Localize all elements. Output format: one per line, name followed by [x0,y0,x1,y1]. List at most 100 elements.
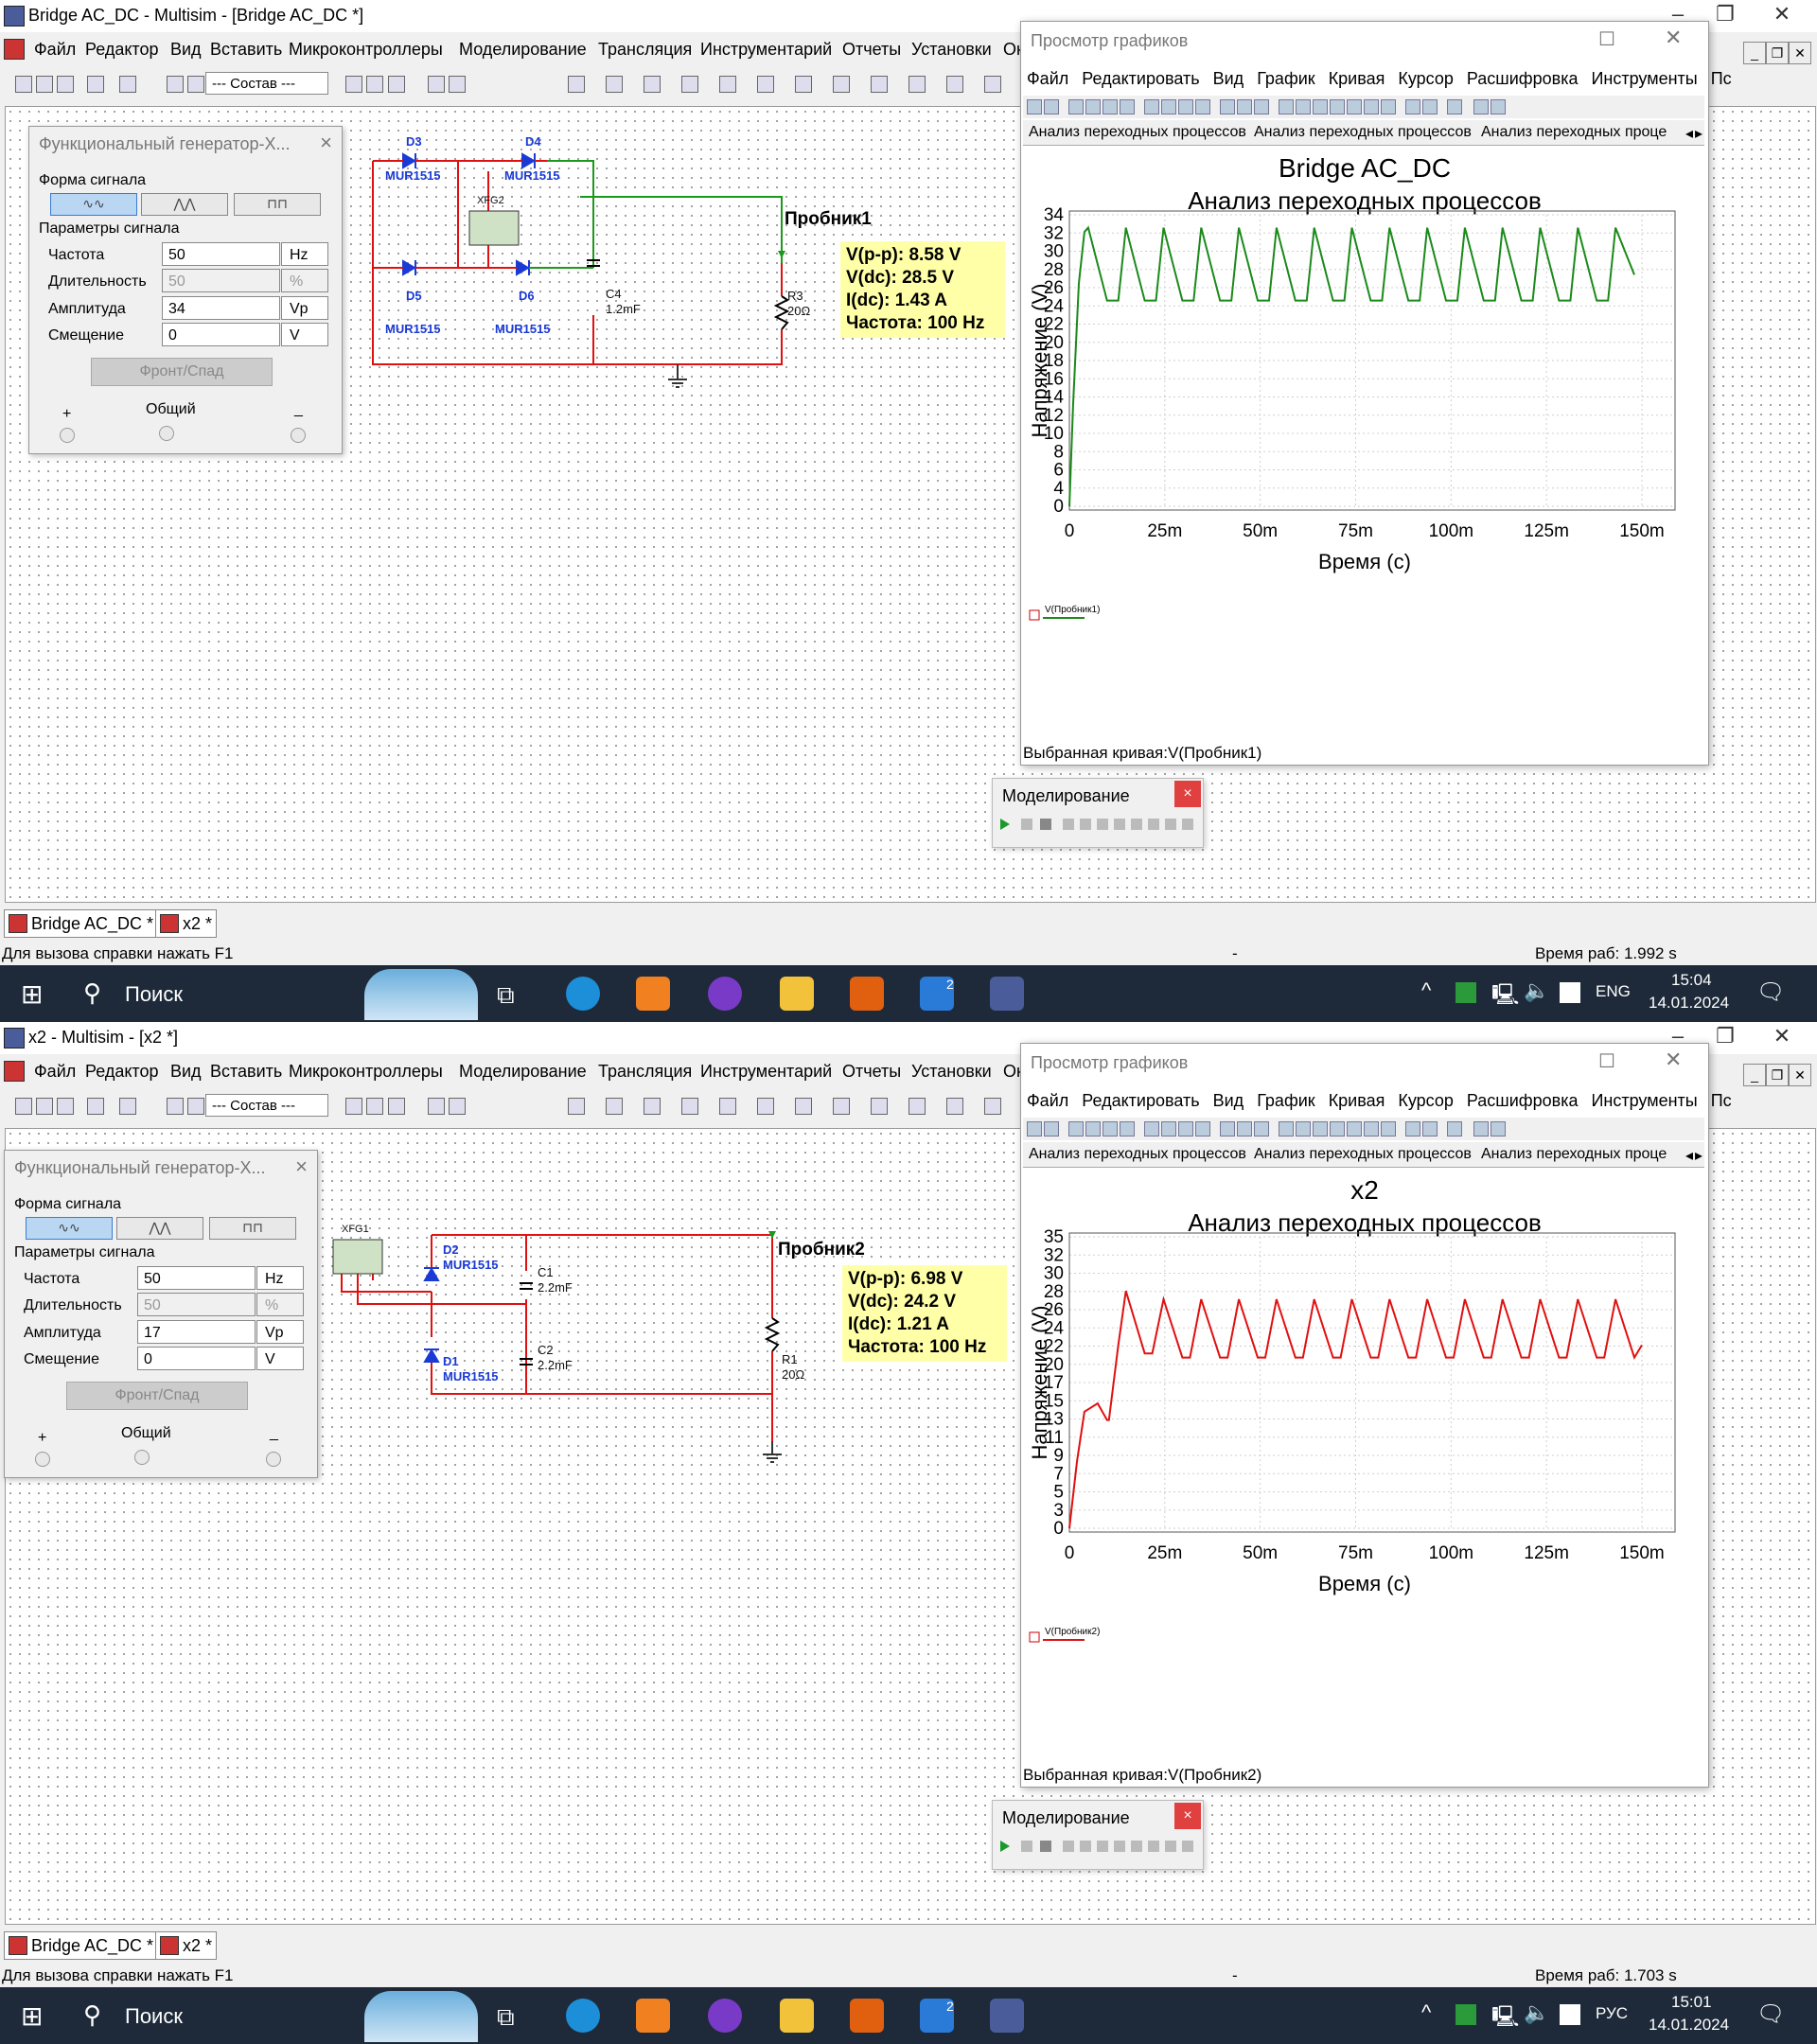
square-wave-button[interactable]: ⊓⊓ [209,1217,296,1240]
folder-icon[interactable] [780,1999,814,2033]
tab-scroll-right-icon[interactable]: ▸ [1695,1146,1702,1165]
step-icon[interactable] [1063,819,1074,830]
overlay-icon[interactable] [1447,1121,1462,1137]
volume-icon[interactable]: 🔈 [1524,978,1549,1003]
app-icon-purple[interactable] [708,1999,742,2033]
zoom-icon[interactable] [1330,1121,1345,1137]
pan-icon[interactable] [1381,99,1396,115]
toolbar-icon[interactable] [57,1098,74,1115]
menu-insert[interactable]: Вставить [210,1062,282,1082]
toolbar-icon[interactable] [15,1098,32,1115]
network-icon[interactable]: 🖳 [1491,978,1519,1014]
instrument-icon[interactable] [568,1098,585,1115]
text-icon[interactable] [1405,99,1420,115]
paste-icon[interactable] [1120,99,1135,115]
minus-terminal[interactable] [266,1452,281,1467]
toolbar-icon[interactable] [15,76,32,93]
open-icon[interactable] [1027,1121,1042,1137]
instrument-icon[interactable] [568,76,585,93]
pause-icon[interactable] [1021,819,1032,830]
text-icon[interactable] [1405,1121,1420,1137]
undo-icon[interactable] [1068,99,1084,115]
start-icon[interactable]: ⊞ [21,978,43,1010]
menu-view[interactable]: Вид [170,1062,202,1082]
legend-icon[interactable] [1161,99,1176,115]
grid-icon[interactable] [1144,99,1159,115]
doc-tab-bridge[interactable]: Bridge AC_DC * [4,909,159,938]
triangle-wave-button[interactable]: ⋀⋀ [141,193,228,216]
doc-tab-x2[interactable]: x2 * [155,909,218,938]
grapher-tab-1[interactable]: Анализ переходных процессов [1029,1146,1246,1163]
export-icon[interactable] [1473,99,1489,115]
menu-simulate[interactable]: Моделирование [459,1062,587,1082]
doc-tab-bridge[interactable]: Bridge AC_DC * [4,1931,159,1960]
trace-icon[interactable] [1237,99,1252,115]
toolbar-icon[interactable] [345,76,362,93]
instrument-icon[interactable] [644,76,661,93]
menu-view[interactable]: Вид [170,40,202,60]
toolbar-icon[interactable] [187,76,204,93]
grapher-tab-2[interactable]: Анализ переходных процессов [1254,1146,1472,1163]
common-terminal[interactable] [159,426,174,441]
toolbar-icon[interactable] [87,1098,104,1115]
clock-date[interactable]: 14.01.2024 [1649,994,1729,1013]
zoom-in-icon[interactable] [1279,1121,1294,1137]
grapher-close-button[interactable]: ✕ [1665,26,1682,50]
toolbar-icon[interactable] [167,76,184,93]
instrument-icon[interactable] [984,76,1001,93]
grapher-menu-cursor[interactable]: Курсор [1398,1091,1454,1110]
network-icon[interactable]: 🖳 [1491,2000,1519,2036]
cut-icon[interactable] [1085,1121,1101,1137]
sine-wave-button[interactable]: ∿∿ [26,1217,113,1240]
search-icon[interactable]: ⚲ [83,978,101,1008]
grapher-tab-3[interactable]: Анализ переходных проце [1481,124,1667,141]
mdi-minimize-button[interactable]: _ [1743,42,1766,64]
freq-unit[interactable]: Hz [281,242,328,266]
menu-reports[interactable]: Отчеты [842,1062,901,1082]
step-icon[interactable] [1114,1841,1125,1852]
instrument-icon[interactable] [946,76,963,93]
menu-tools[interactable]: Инструментарий [700,40,832,60]
component-combo[interactable]: --- Состав --- [205,72,328,95]
mdi-minimize-button[interactable]: _ [1743,1064,1766,1086]
triangle-wave-button[interactable]: ⋀⋀ [116,1217,203,1240]
maximize-button[interactable]: ❐ [1703,2,1747,26]
grapher-menu-edit[interactable]: Редактировать [1082,1091,1199,1110]
grapher-menu-graph[interactable]: График [1257,1091,1315,1110]
toolbar-icon[interactable] [119,76,136,93]
toolbar-icon[interactable] [167,1098,184,1115]
toolbar-icon[interactable] [345,1098,362,1115]
step-icon[interactable] [1080,819,1091,830]
grapher-menu-edit[interactable]: Редактировать [1082,69,1199,88]
folder-icon[interactable] [780,977,814,1011]
menu-edit[interactable]: Редактор [85,1062,158,1082]
instrument-icon[interactable] [795,76,812,93]
zoom-icon[interactable] [1347,99,1362,115]
grapher-menu-file[interactable]: Файл [1027,1091,1068,1110]
instrument-icon[interactable] [606,1098,623,1115]
trace-icon[interactable] [1237,1121,1252,1137]
step-icon[interactable] [1148,1841,1159,1852]
amp-input[interactable]: 17 [137,1320,256,1344]
cut-icon[interactable] [1085,99,1101,115]
menu-file[interactable]: Файл [34,40,76,60]
instrument-icon[interactable] [871,76,888,93]
minus-terminal[interactable] [291,428,306,443]
language-indicator[interactable]: ENG [1596,982,1631,1001]
menu-file[interactable]: Файл [34,1062,76,1082]
menu-microcontrollers[interactable]: Микроконтроллеры [289,40,443,60]
grapher-close-button[interactable]: ✕ [1665,1048,1682,1072]
audio-app-icon[interactable] [850,1999,884,2033]
legend-icon[interactable] [1161,1121,1176,1137]
zoom-in-icon[interactable] [1279,99,1294,115]
taskbar-search[interactable]: Поиск [125,982,183,1007]
chart-icon[interactable] [1195,99,1210,115]
grapher-menu-legend[interactable]: Расшифровка [1467,69,1579,88]
clock-date[interactable]: 14.01.2024 [1649,2016,1729,2035]
step-icon[interactable] [1165,819,1176,830]
grapher-menu-trace[interactable]: Кривая [1329,1091,1385,1110]
tab-scroll-right-icon[interactable]: ▸ [1695,124,1702,143]
step-icon[interactable] [1097,1841,1108,1852]
common-terminal[interactable] [134,1450,150,1465]
multisim-taskbar-icon[interactable] [990,1999,1024,2033]
